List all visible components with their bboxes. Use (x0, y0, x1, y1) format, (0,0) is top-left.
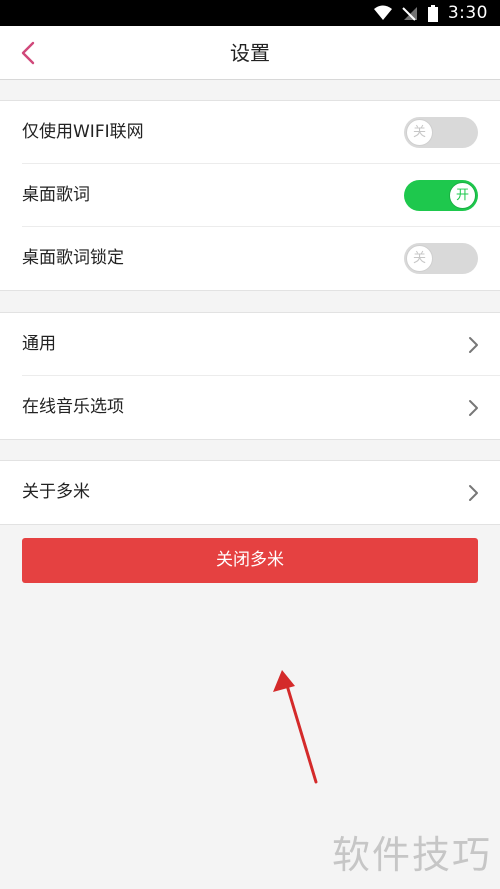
setting-row-about[interactable]: 关于多米 (22, 461, 500, 524)
setting-label: 仅使用WIFI联网 (22, 122, 144, 142)
setting-label: 通用 (22, 334, 56, 354)
setting-row-online-music[interactable]: 在线音乐选项 (22, 376, 500, 439)
setting-row-general[interactable]: 通用 (22, 313, 500, 376)
chevron-left-icon (21, 41, 35, 65)
setting-label: 桌面歌词锁定 (22, 248, 124, 268)
back-button[interactable] (10, 34, 46, 72)
status-time: 3:30 (447, 3, 488, 23)
lyrics-lock-toggle[interactable]: 关 (404, 243, 478, 274)
annotation-arrow-icon (273, 670, 318, 784)
nav-bar: 设置 (0, 26, 500, 80)
close-app-button[interactable]: 关闭多米 (22, 538, 478, 583)
setting-label: 在线音乐选项 (22, 397, 124, 417)
settings-group-network: 仅使用WIFI联网 关 桌面歌词 开 桌面歌词锁定 关 (0, 100, 500, 291)
setting-row-lyrics-lock[interactable]: 桌面歌词锁定 关 (22, 227, 500, 290)
settings-group-general: 通用 在线音乐选项 (0, 312, 500, 440)
chevron-right-icon (469, 400, 478, 416)
toggle-knob: 关 (406, 119, 433, 146)
settings-group-about: 关于多米 (0, 460, 500, 525)
toggle-knob: 关 (406, 245, 433, 272)
toggle-knob: 开 (449, 182, 476, 209)
setting-row-wifi-only[interactable]: 仅使用WIFI联网 关 (22, 101, 500, 164)
status-icons: 3:30 (373, 0, 488, 26)
wifi-only-toggle[interactable]: 关 (404, 117, 478, 148)
battery-icon (427, 4, 438, 22)
page-title: 设置 (230, 41, 270, 65)
setting-row-desktop-lyrics[interactable]: 桌面歌词 开 (22, 164, 500, 227)
desktop-lyrics-toggle[interactable]: 开 (404, 180, 478, 211)
chevron-right-icon (469, 485, 478, 501)
watermark: 软件技巧 (331, 833, 492, 877)
no-signal-icon (402, 7, 417, 21)
setting-label: 关于多米 (22, 482, 90, 502)
chevron-right-icon (469, 337, 478, 353)
settings-content: 仅使用WIFI联网 关 桌面歌词 开 桌面歌词锁定 关 通用 在线音乐选项 关于… (0, 80, 500, 889)
setting-label: 桌面歌词 (22, 185, 90, 205)
status-bar: 3:30 (0, 0, 500, 26)
wifi-icon (373, 5, 392, 20)
